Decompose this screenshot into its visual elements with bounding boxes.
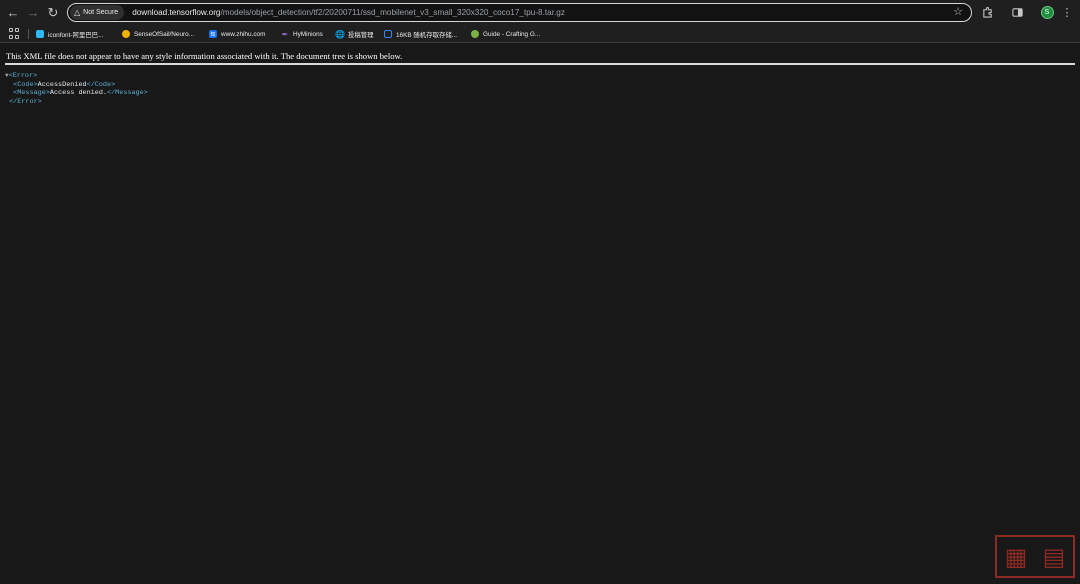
security-chip[interactable]: △ Not Secure bbox=[70, 5, 125, 20]
xml-error-open-line: ▼<Error> bbox=[5, 72, 148, 81]
page-content: This XML file does not appear to have an… bbox=[0, 44, 1080, 584]
bookmark-label: iconfont-阿里巴巴... bbox=[48, 31, 104, 39]
puzzle-icon bbox=[982, 6, 992, 18]
profile-button[interactable]: S bbox=[1038, 3, 1056, 21]
zhihu-favicon-icon: 知 bbox=[209, 30, 217, 38]
seal-glyph-right: ▤ bbox=[1042, 542, 1066, 571]
extensions-icon[interactable] bbox=[978, 3, 996, 21]
bookmark-label: 投稿管理 bbox=[348, 31, 374, 39]
back-icon[interactable]: ← bbox=[3, 3, 23, 23]
xml-tag-code-open: <Code> bbox=[13, 80, 38, 89]
xml-message-value: Access denied. bbox=[49, 89, 107, 98]
seal-glyph-left: ▦ bbox=[1004, 542, 1028, 571]
reload-icon[interactable]: ↻ bbox=[43, 3, 63, 23]
url-text[interactable]: download.tensorflow.org/models/object_de… bbox=[132, 8, 565, 17]
bookmarks-separator bbox=[28, 29, 29, 39]
xml-code-line: <Code>AccessDenied</Code> bbox=[5, 81, 148, 90]
bookmark-senseofsail[interactable]: SenseOfSail/Neuro... bbox=[122, 27, 194, 41]
xml-message-line: <Message>Access denied.</Message> bbox=[5, 89, 148, 98]
side-panel-svg bbox=[1011, 7, 1023, 17]
bookmarks-bar: iconfont-阿里巴巴... SenseOfSail/Neuro... 知 … bbox=[0, 25, 1080, 43]
bookmark-submission[interactable]: 🌐 投稿管理 bbox=[335, 27, 374, 41]
xml-style-notice: This XML file does not appear to have an… bbox=[6, 51, 403, 61]
notice-divider bbox=[5, 63, 1075, 65]
side-panel-icon[interactable] bbox=[1008, 3, 1026, 21]
xml-tag-message-open: <Message> bbox=[13, 89, 50, 98]
address-bar[interactable]: △ Not Secure download.tensorflow.org/mod… bbox=[67, 3, 972, 22]
apps-grid-icon[interactable] bbox=[9, 28, 21, 40]
bookmark-hyminions[interactable]: ✒ HyMinions bbox=[281, 27, 323, 41]
guide-favicon-icon bbox=[471, 30, 479, 38]
xml-tag-code-close: </Code> bbox=[86, 80, 116, 89]
bookmark-label: Guide - Crafting G... bbox=[483, 30, 541, 38]
iconfont-favicon-icon bbox=[36, 30, 44, 38]
bookmark-label: www.zhihu.com bbox=[221, 30, 266, 38]
bookmark-star-icon[interactable]: ☆ bbox=[953, 5, 963, 18]
globe-favicon-icon: 🌐 bbox=[335, 29, 345, 39]
quill-favicon-icon: ✒ bbox=[281, 29, 289, 39]
xml-tag-message-close: </Message> bbox=[107, 89, 148, 98]
bookmark-label: 16KB 随机存取存储... bbox=[396, 31, 458, 39]
bookmark-zhihu[interactable]: 知 www.zhihu.com bbox=[209, 27, 265, 41]
warning-icon: △ bbox=[74, 8, 81, 17]
bookmark-label: HyMinions bbox=[293, 30, 323, 38]
security-chip-label: Not Secure bbox=[83, 9, 119, 16]
xml-error-close-line: </Error> bbox=[5, 98, 148, 107]
browser-toolbar: ← → ↻ △ Not Secure download.tensorflow.o… bbox=[0, 0, 1080, 25]
xml-tree: ▼<Error> <Code>AccessDenied</Code> <Mess… bbox=[5, 72, 148, 106]
url-path: /models/object_detection/tf2/20200711/ss… bbox=[220, 8, 565, 17]
huggingface-favicon-icon bbox=[122, 30, 130, 38]
forward-icon[interactable]: → bbox=[23, 3, 43, 23]
xml-tag-error-close: </Error> bbox=[9, 97, 42, 106]
bookmark-iconfont[interactable]: iconfont-阿里巴巴... bbox=[36, 27, 103, 41]
watermark-seal-logo: ▦ ▤ bbox=[995, 535, 1075, 578]
tv-favicon-icon bbox=[384, 30, 392, 38]
url-host: download.tensorflow.org bbox=[132, 8, 221, 17]
bookmark-label: SenseOfSail/Neuro... bbox=[134, 30, 195, 38]
xml-code-value: AccessDenied bbox=[37, 80, 87, 89]
kebab-menu-icon[interactable]: ⋮ bbox=[1058, 3, 1076, 21]
xml-tag-error-open: <Error> bbox=[8, 72, 38, 80]
avatar: S bbox=[1040, 5, 1054, 19]
bookmark-16kb[interactable]: 16KB 随机存取存储... bbox=[384, 27, 457, 41]
bookmark-guide[interactable]: Guide - Crafting G... bbox=[471, 27, 540, 41]
